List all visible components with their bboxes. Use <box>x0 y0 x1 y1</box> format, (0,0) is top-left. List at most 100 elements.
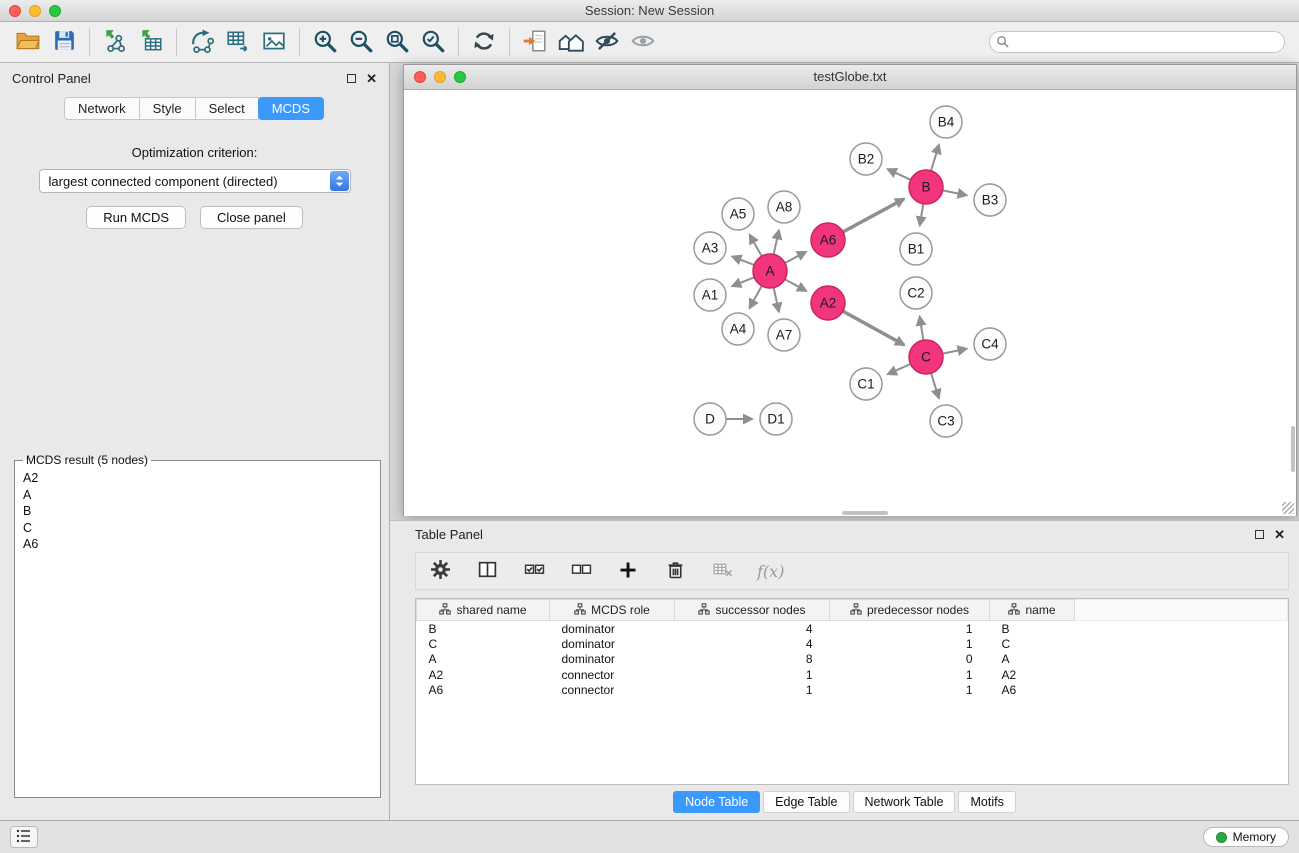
node-B1[interactable]: B1 <box>900 233 932 265</box>
node-C[interactable]: C <box>909 340 943 374</box>
edge-B-B3[interactable] <box>943 190 967 195</box>
table-row[interactable]: A6connector11A6 <box>417 683 1288 699</box>
column-header-successor-nodes[interactable]: successor nodes <box>675 600 830 621</box>
node-C1[interactable]: C1 <box>850 368 882 400</box>
node-A6[interactable]: A6 <box>811 223 845 257</box>
network-zoom-button[interactable] <box>454 71 466 83</box>
toggle-graphics-button[interactable] <box>589 26 625 58</box>
table-row[interactable]: Bdominator41B <box>417 621 1288 637</box>
node-A5[interactable]: A5 <box>722 198 754 230</box>
close-table-panel-icon[interactable]: ✕ <box>1274 528 1285 541</box>
close-window-button[interactable] <box>9 5 21 17</box>
list-item[interactable]: B <box>21 503 374 520</box>
table-row[interactable]: Cdominator41C <box>417 636 1288 652</box>
column-header-shared-name[interactable]: shared name <box>417 600 550 621</box>
search-input[interactable] <box>989 31 1285 53</box>
tab-select[interactable]: Select <box>195 97 259 120</box>
create-column-button[interactable] <box>616 559 640 583</box>
edge-A-A8[interactable] <box>774 230 779 254</box>
criterion-dropdown[interactable]: largest connected component (directed) <box>39 169 351 193</box>
edge-C-C3[interactable] <box>931 373 939 398</box>
list-item[interactable]: C <box>21 520 374 537</box>
edge-A2-C[interactable] <box>843 311 904 345</box>
node-A7[interactable]: A7 <box>768 319 800 351</box>
edge-A-A2[interactable] <box>785 279 806 291</box>
network-close-button[interactable] <box>414 71 426 83</box>
edge-B-B1[interactable] <box>920 204 923 226</box>
node-D[interactable]: D <box>694 403 726 435</box>
tab-style[interactable]: Style <box>139 97 196 120</box>
edge-B-B2[interactable] <box>888 169 911 180</box>
new-network-button[interactable] <box>184 26 220 58</box>
float-panel-button[interactable] <box>347 74 356 83</box>
edge-A-A7[interactable] <box>774 288 779 312</box>
import-network-button[interactable] <box>97 26 133 58</box>
unselect-all-columns-button[interactable] <box>569 559 593 583</box>
node-A4[interactable]: A4 <box>722 313 754 345</box>
tab-motifs[interactable]: Motifs <box>958 791 1015 813</box>
open-session-button[interactable] <box>10 26 46 58</box>
edge-C-C4[interactable] <box>943 349 967 354</box>
node-A1[interactable]: A1 <box>694 279 726 311</box>
edge-A-A1[interactable] <box>732 277 754 286</box>
run-mcds-button[interactable]: Run MCDS <box>86 206 186 229</box>
zoom-selected-button[interactable] <box>415 26 451 58</box>
home-button[interactable] <box>553 26 589 58</box>
tab-network[interactable]: Network <box>64 97 140 120</box>
mcds-result-list[interactable]: A2ABCA6 <box>21 470 374 553</box>
node-A8[interactable]: A8 <box>768 191 800 223</box>
close-panel-icon[interactable]: ✕ <box>366 72 377 85</box>
node-B4[interactable]: B4 <box>930 106 962 138</box>
horizontal-scrollbar[interactable] <box>842 511 888 515</box>
network-minimize-button[interactable] <box>434 71 446 83</box>
edge-A-A4[interactable] <box>750 286 762 308</box>
list-item[interactable]: A2 <box>21 470 374 487</box>
task-history-button[interactable] <box>10 826 38 848</box>
edge-C-C1[interactable] <box>888 364 911 374</box>
tab-network-table[interactable]: Network Table <box>853 791 956 813</box>
network-canvas-svg[interactable]: B4B2BB3A5A8A6A3B1AA1C2A2A4A7C4CC1C3DD1 <box>404 90 1296 516</box>
resize-grip[interactable] <box>1282 502 1294 514</box>
zoom-in-button[interactable] <box>307 26 343 58</box>
refresh-button[interactable] <box>466 26 502 58</box>
import-table-button[interactable] <box>133 26 169 58</box>
table-row[interactable]: A2connector11A2 <box>417 667 1288 683</box>
show-columns-button[interactable] <box>475 559 499 583</box>
node-C4[interactable]: C4 <box>974 328 1006 360</box>
float-table-panel-button[interactable] <box>1255 530 1264 539</box>
tab-edge-table[interactable]: Edge Table <box>763 791 849 813</box>
network-table-button[interactable] <box>220 26 256 58</box>
export-image-button[interactable] <box>256 26 292 58</box>
delete-column-button[interactable] <box>663 559 687 583</box>
list-item[interactable]: A6 <box>21 536 374 553</box>
zoom-window-button[interactable] <box>49 5 61 17</box>
show-graphics-button[interactable] <box>625 26 661 58</box>
node-B3[interactable]: B3 <box>974 184 1006 216</box>
vertical-scrollbar[interactable] <box>1291 426 1295 472</box>
node-D1[interactable]: D1 <box>760 403 792 435</box>
network-window-titlebar[interactable]: testGlobe.txt <box>404 65 1296 90</box>
select-all-columns-button[interactable] <box>522 559 546 583</box>
edge-A-A5[interactable] <box>750 235 762 256</box>
column-header-predecessor-nodes[interactable]: predecessor nodes <box>830 600 990 621</box>
table-row[interactable]: Adominator80A <box>417 652 1288 668</box>
node-B[interactable]: B <box>909 170 943 204</box>
memory-button[interactable]: Memory <box>1203 827 1289 847</box>
node-B2[interactable]: B2 <box>850 143 882 175</box>
node-C3[interactable]: C3 <box>930 405 962 437</box>
edge-A-A6[interactable] <box>785 252 806 263</box>
network-canvas[interactable]: B4B2BB3A5A8A6A3B1AA1C2A2A4A7C4CC1C3DD1 <box>404 90 1296 516</box>
zoom-fit-button[interactable] <box>379 26 415 58</box>
node-A2[interactable]: A2 <box>811 286 845 320</box>
node-C2[interactable]: C2 <box>900 277 932 309</box>
node-A3[interactable]: A3 <box>694 232 726 264</box>
first-neighbors-button[interactable] <box>517 26 553 58</box>
delete-table-button[interactable] <box>710 559 734 583</box>
column-header-name[interactable]: name <box>990 600 1075 621</box>
column-header-mcds-role[interactable]: MCDS role <box>550 600 675 621</box>
close-panel-button[interactable]: Close panel <box>200 206 303 229</box>
list-item[interactable]: A <box>21 487 374 504</box>
minimize-window-button[interactable] <box>29 5 41 17</box>
save-session-button[interactable] <box>46 26 82 58</box>
edge-A-A3[interactable] <box>732 257 754 265</box>
